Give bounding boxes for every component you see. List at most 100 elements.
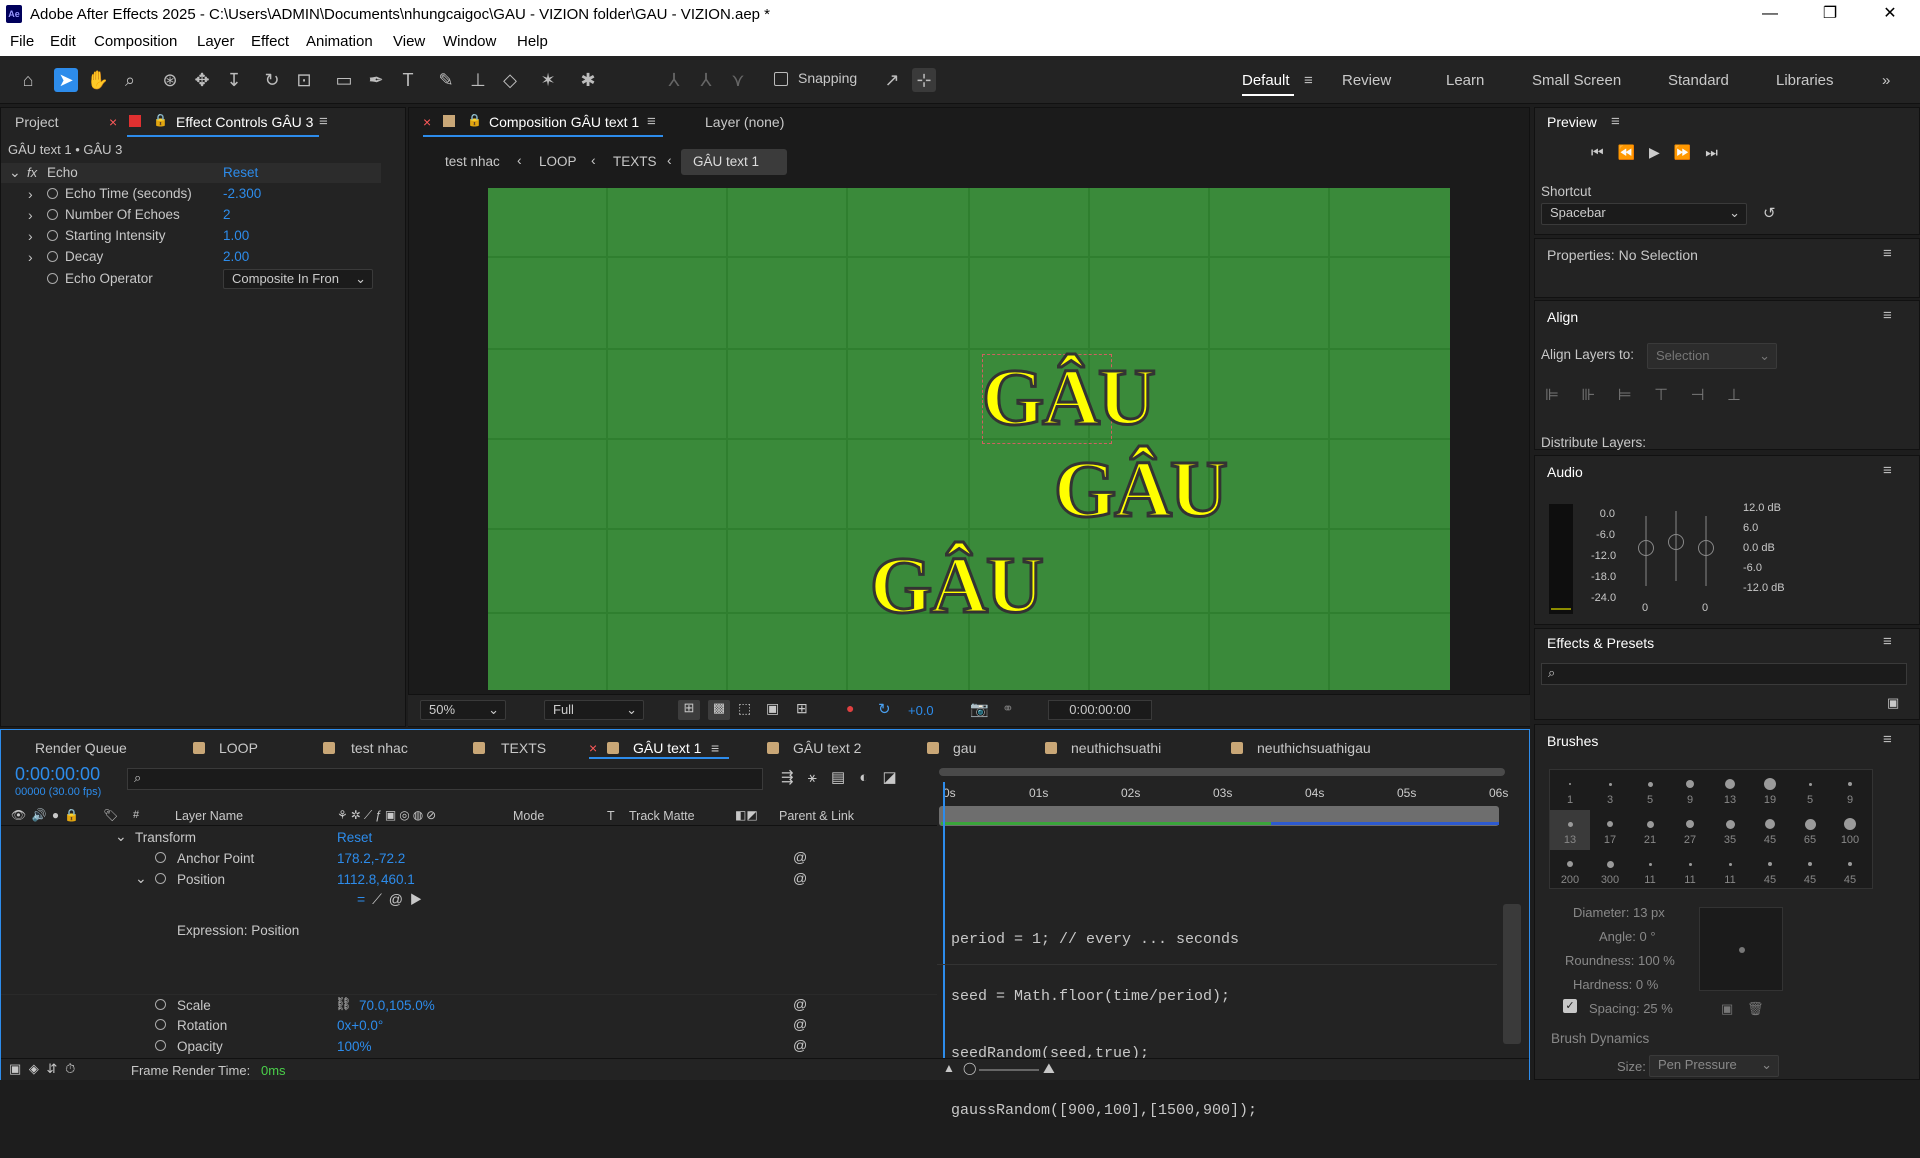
brush-tip[interactable] — [1648, 862, 1652, 866]
in-out-icon[interactable]: ⇵ — [47, 1061, 58, 1076]
slider-knob[interactable] — [1668, 534, 1684, 550]
brush-tip[interactable] — [1848, 782, 1852, 786]
anchor-point-value[interactable]: 178.2,-72.2 — [337, 851, 405, 866]
play-icon[interactable]: ▶ — [1649, 144, 1674, 160]
stopwatch-icon[interactable] — [155, 999, 166, 1010]
opacity-row[interactable]: Opacity 100% @ — [1, 1036, 937, 1056]
brush-tip[interactable] — [1844, 818, 1856, 830]
brush-tip[interactable] — [1725, 779, 1735, 789]
menu-effect[interactable]: Effect — [251, 33, 289, 50]
grid-guides-icon[interactable]: ⊞ — [796, 700, 808, 717]
close-tab-icon[interactable]: × — [109, 114, 117, 130]
expression-language-icon[interactable]: ▶ — [410, 891, 423, 907]
brush-tip[interactable] — [1765, 819, 1775, 829]
panel-menu-icon[interactable]: ≡ — [1883, 462, 1892, 479]
brush-tip[interactable] — [1607, 821, 1613, 827]
stopwatch-icon[interactable] — [155, 1040, 166, 1051]
snap-edges-icon[interactable]: ↗ — [880, 68, 904, 92]
menu-window[interactable]: Window — [443, 33, 496, 50]
rectangle-tool-icon[interactable]: ▭ — [332, 68, 356, 92]
align-right-icon[interactable]: ⊨ — [1618, 387, 1632, 404]
brush-tip[interactable] — [1686, 820, 1694, 828]
tab-layer[interactable]: Layer (none) — [705, 114, 784, 130]
magnification-dropdown[interactable]: 50% ⌄ — [420, 700, 506, 720]
new-bin-icon[interactable]: ▣ — [1887, 695, 1899, 711]
size-dynamics-dropdown[interactable]: Pen Pressure ⌄ — [1649, 1055, 1779, 1077]
panel-menu-icon[interactable]: ≡ — [1883, 307, 1892, 324]
brush-tip[interactable] — [1688, 862, 1692, 866]
tab-loop[interactable]: LOOP — [219, 740, 258, 756]
spacing-checkbox[interactable]: ✓ — [1563, 999, 1577, 1013]
brush-tool-icon[interactable]: ✎ — [434, 68, 458, 92]
position-x-value[interactable]: 1112.8 — [337, 872, 376, 887]
effect-header-row[interactable]: ⌄ fx Echo Reset — [1, 163, 381, 183]
opacity-value[interactable]: 100% — [337, 1039, 372, 1054]
stopwatch-icon[interactable] — [155, 852, 166, 863]
close-tab-icon[interactable]: × — [423, 114, 431, 130]
stopwatch-icon[interactable] — [47, 188, 58, 199]
collapse-chevron-icon[interactable]: ⌄ — [9, 164, 21, 181]
close-tab-icon[interactable]: × — [589, 740, 597, 756]
stopwatch-icon[interactable] — [155, 873, 166, 884]
brush-tip[interactable] — [1808, 782, 1812, 786]
constrain-link-icon[interactable]: ⛓ — [335, 996, 352, 1012]
brush-tip[interactable] — [1606, 860, 1614, 868]
slider-knob[interactable] — [1698, 540, 1714, 556]
roto-brush-icon[interactable]: ✶ — [536, 68, 560, 92]
zoom-out-icon[interactable]: ▲ — [943, 1061, 955, 1075]
breadcrumb-test-nhac[interactable]: test nhac — [445, 154, 500, 169]
stopwatch-icon[interactable] — [47, 273, 58, 284]
anchor-point-row[interactable]: Anchor Point 178.2,-72.2 @ — [1, 848, 937, 868]
prop-value[interactable]: 1.00 — [223, 228, 249, 243]
align-bottom-icon[interactable]: ⊥ — [1727, 387, 1741, 404]
motion-blur-icon[interactable]: ◐ — [859, 769, 868, 786]
effects-search-input[interactable]: ⌕ — [1541, 663, 1907, 685]
transform-reset[interactable]: Reset — [337, 830, 372, 845]
timeline-timecode[interactable]: 0:00:00:00 — [15, 764, 100, 785]
resolution-dropdown[interactable]: Full ⌄ — [544, 700, 644, 720]
panel-menu-icon[interactable]: ≡ — [319, 113, 328, 130]
brush-tip[interactable] — [1725, 819, 1735, 829]
reset-exposure-icon[interactable]: ↻ — [878, 700, 891, 718]
transfer-controls-icon[interactable]: ◈ — [29, 1061, 39, 1076]
reset-link[interactable]: Reset — [223, 165, 258, 180]
workspace-review[interactable]: Review — [1342, 72, 1391, 89]
local-axis-icon[interactable]: ⅄ — [662, 68, 686, 92]
echo-operator-dropdown[interactable]: Composite In Fron ⌄ — [223, 269, 373, 289]
anchor-point-tool-icon[interactable]: ⊡ — [292, 68, 316, 92]
brush-tip[interactable] — [1647, 781, 1653, 787]
home-icon[interactable]: ⌂ — [16, 68, 40, 92]
stopwatch-icon[interactable] — [155, 1019, 166, 1030]
align-hcenter-icon[interactable]: ⊪ — [1581, 387, 1595, 404]
prop-value[interactable]: 2 — [223, 207, 231, 222]
align-to-dropdown[interactable]: Selection ⌄ — [1647, 343, 1777, 369]
zoom-slider-knob[interactable]: ◯ — [963, 1061, 976, 1075]
tab-project[interactable]: Project — [15, 114, 59, 130]
brush-tips-grid[interactable]: 1 3 5 9 13 19 5 9 13 17 21 27 35 45 65 100 200 300 11 11 11 4… — [1549, 769, 1873, 889]
workspace-default[interactable]: Default — [1242, 72, 1290, 89]
transparency-grid-icon[interactable]: ▩ — [708, 700, 730, 720]
brush-tip[interactable] — [1569, 783, 1571, 785]
stopwatch-icon[interactable] — [47, 230, 58, 241]
time-ruler[interactable]: 0s 01s 02s 03s 04s 05s 06s — [937, 782, 1527, 806]
show-snapshot-icon[interactable]: ⚭ — [1002, 700, 1014, 717]
brush-tip[interactable] — [1728, 862, 1732, 866]
brush-tip[interactable] — [1764, 778, 1776, 790]
position-row[interactable]: ⌄ Position 1112.8 , 460.1 @ — [1, 869, 937, 889]
channels-icon[interactable]: ● — [846, 700, 854, 716]
menu-file[interactable]: File — [10, 33, 34, 50]
prop-value[interactable]: -2.300 — [223, 186, 261, 201]
dolly-camera-icon[interactable]: ↧ — [222, 68, 246, 92]
workspace-libraries[interactable]: Libraries — [1776, 72, 1834, 89]
shortcut-dropdown[interactable]: Spacebar ⌄ — [1541, 203, 1747, 225]
next-frame-icon[interactable]: ⏩ — [1674, 144, 1705, 160]
composition-flowchart-icon[interactable]: ⇶ — [781, 769, 794, 786]
expand-chevron-icon[interactable]: › — [28, 228, 33, 244]
panel-menu-icon[interactable]: ≡ — [1883, 731, 1892, 748]
workspace-small-screen[interactable]: Small Screen — [1532, 72, 1621, 89]
new-brush-icon[interactable]: ▣ — [1721, 1001, 1733, 1017]
tab-neuthichsuathigau[interactable]: neuthichsuathigau — [1257, 740, 1371, 756]
tab-render-queue[interactable]: Render Queue — [35, 740, 127, 756]
reset-shortcut-icon[interactable]: ↺ — [1763, 204, 1776, 222]
more-workspaces-icon[interactable]: » — [1882, 72, 1890, 89]
